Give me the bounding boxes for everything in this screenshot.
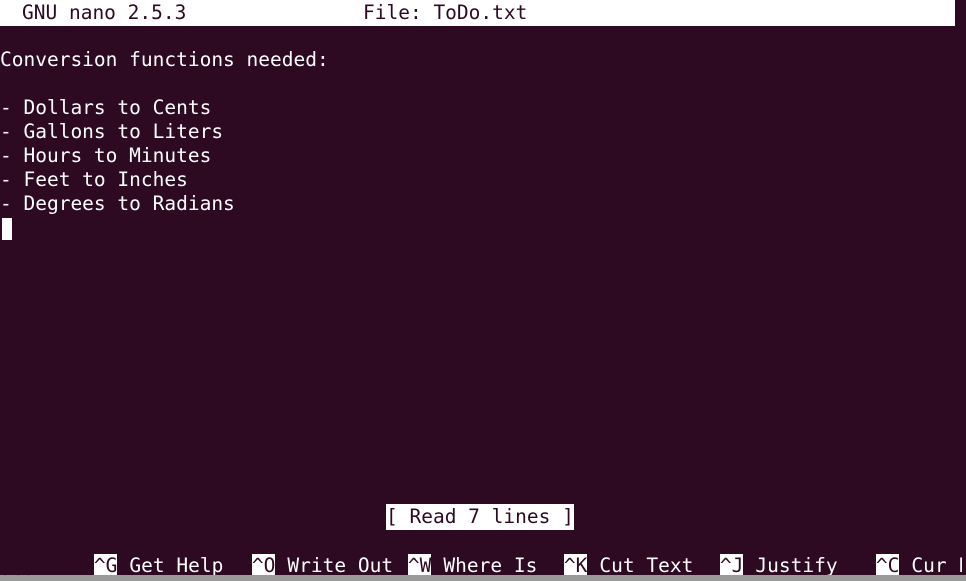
editor-line-4[interactable]: - Gallons to Liters xyxy=(0,120,966,144)
window-right-edge xyxy=(962,26,966,575)
nano-file-label: File: ToDo.txt xyxy=(363,1,528,24)
text-cursor xyxy=(2,218,12,240)
editor-text-area[interactable]: Conversion functions needed: - Dollars t… xyxy=(0,48,966,500)
status-bar: [ Read 7 lines ] xyxy=(0,504,966,530)
title-bar-right-gap xyxy=(955,0,966,26)
nano-version-label: GNU nano 2.5.3 xyxy=(22,1,187,24)
editor-line-2[interactable] xyxy=(0,72,966,96)
shortcut-row-1: ^G Get Help ^O Write Out ^W Where Is ^K Cut … xyxy=(0,530,966,578)
window-bottom-strip: ded: xyxy=(0,575,966,581)
nano-title-bar: GNU nano 2.5.3 File: ToDo.txt xyxy=(0,0,955,26)
editor-line-5[interactable]: - Hours to Minutes xyxy=(0,144,966,168)
editor-line-1[interactable]: Conversion functions needed: xyxy=(0,48,966,72)
nano-terminal-window: GNU nano 2.5.3 File: ToDo.txt Conversion… xyxy=(0,0,966,581)
shortcut-bar: ^G Get Help ^O Write Out ^W Where Is ^K Cut … xyxy=(0,530,966,581)
shortcut-cur-pos[interactable]: ^CCur Pos xyxy=(782,530,966,578)
editor-line-3[interactable]: - Dollars to Cents xyxy=(0,96,966,120)
editor-line-6[interactable]: - Feet to Inches xyxy=(0,168,966,192)
status-message: [ Read 7 lines ] xyxy=(386,504,574,530)
editor-line-7[interactable]: - Degrees to Radians xyxy=(0,192,966,216)
bottom-strip-ghost-text: ded: xyxy=(0,575,47,581)
